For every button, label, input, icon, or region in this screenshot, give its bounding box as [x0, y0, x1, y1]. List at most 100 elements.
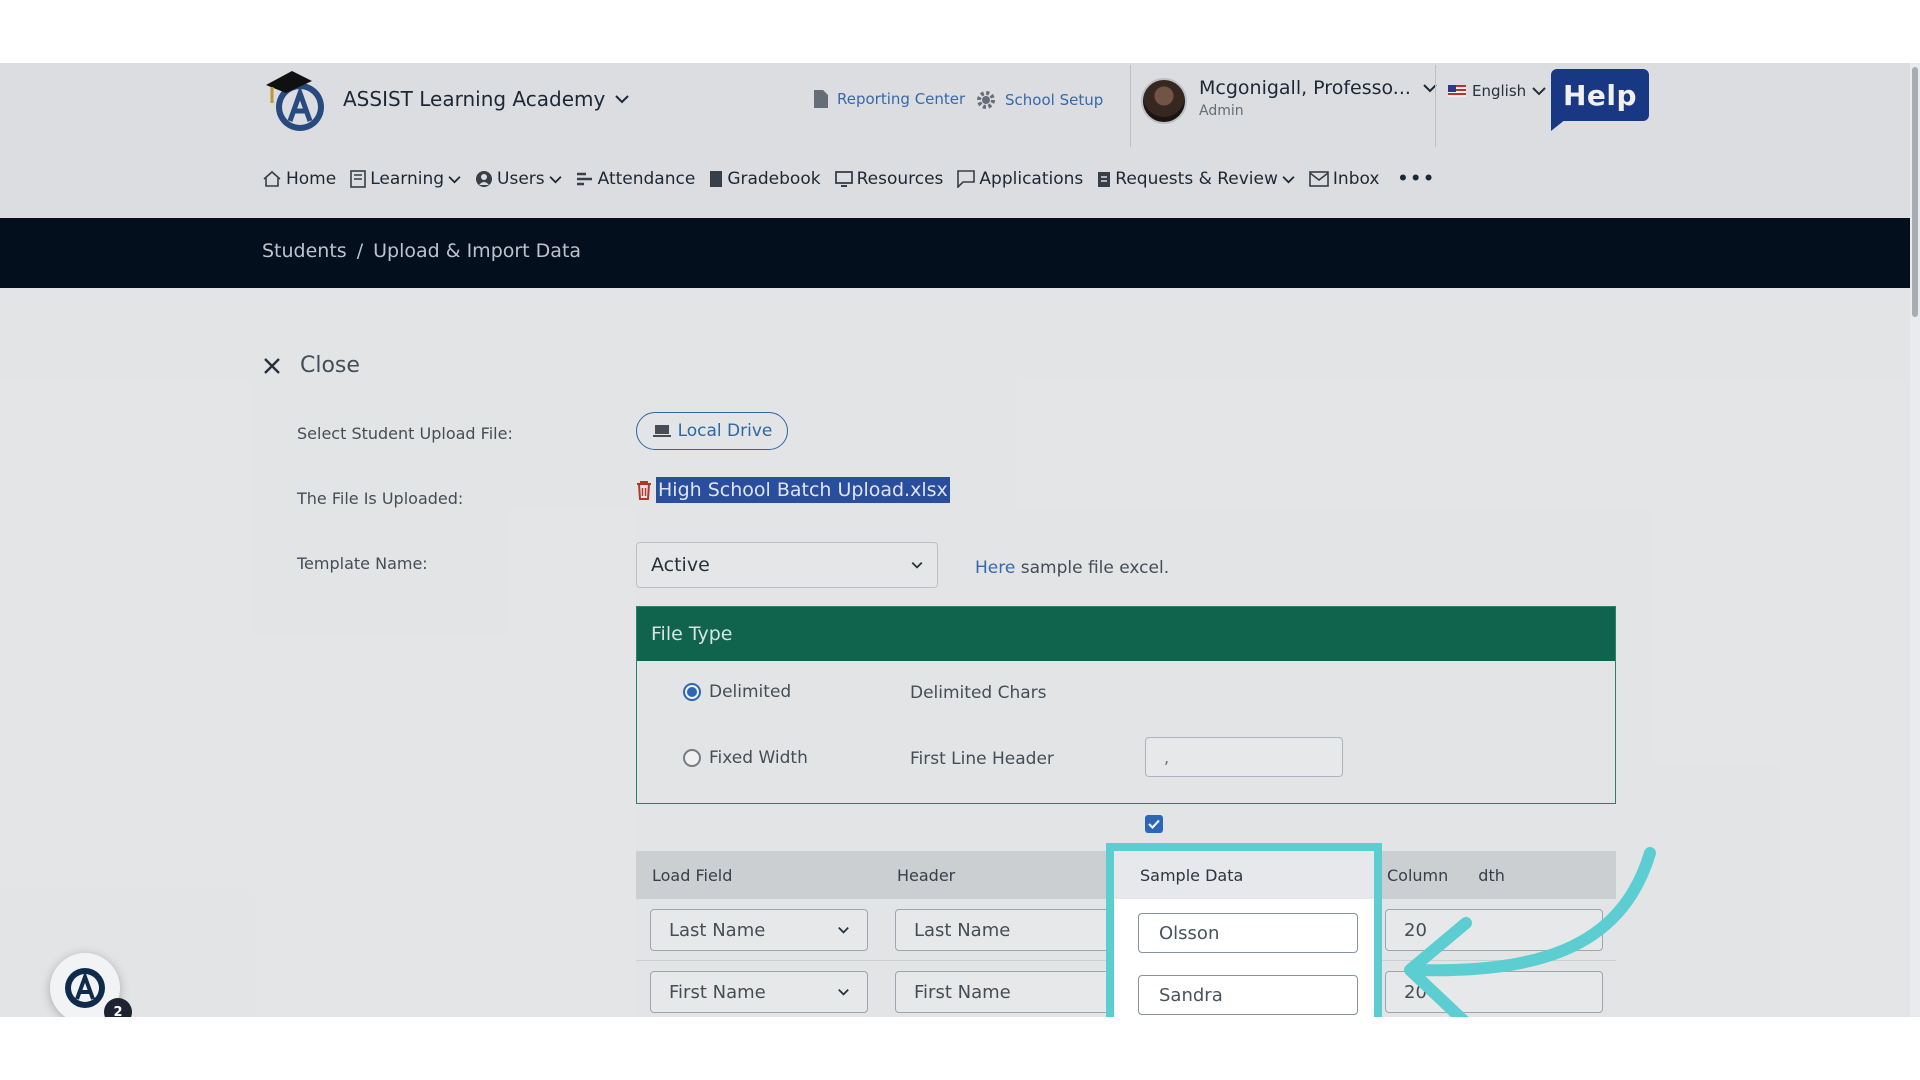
chevron-down-icon [1282, 175, 1295, 183]
trash-icon[interactable] [636, 480, 652, 500]
sample-data-input[interactable]: Olsson [1138, 913, 1358, 953]
sample-file-text: Here sample file excel. [975, 558, 1169, 578]
chevron-down-icon [838, 927, 849, 934]
nav-item-users[interactable]: Users [475, 169, 562, 189]
sample-data-input[interactable]: Sandra [1138, 975, 1358, 1015]
reporting-center-link[interactable]: Reporting Center [813, 89, 965, 109]
header-divider [1130, 65, 1131, 147]
nav-label: Resources [856, 169, 944, 189]
delimited-chars-label: Delimited Chars [910, 683, 1047, 703]
template-select[interactable]: Active [636, 542, 938, 588]
main-nav: Home Learning Users Attendance Gradebook [262, 169, 1436, 189]
help-bubble-tail [1551, 115, 1571, 131]
load-field-select[interactable]: First Name [650, 971, 868, 1013]
avatar[interactable] [1141, 78, 1187, 124]
sample-data-header: Sample Data [1114, 851, 1374, 899]
load-field-select[interactable]: Last Name [650, 909, 868, 951]
nav-label: Home [286, 169, 337, 189]
nav-item-home[interactable]: Home [262, 169, 336, 189]
nav-item-learning[interactable]: Learning [350, 169, 461, 189]
header-input[interactable]: First Name [895, 971, 1135, 1013]
nav-item-gradebook[interactable]: Gradebook [709, 169, 821, 189]
top-header: ASSIST Learning Academy Reporting Center… [0, 63, 1920, 218]
chevron-down-icon [448, 175, 461, 183]
nav-item-applications[interactable]: Applications [957, 169, 1083, 189]
file-type-title: File Type [637, 607, 1615, 661]
reporting-center-label: Reporting Center [837, 90, 966, 108]
header-divider [1435, 65, 1436, 147]
language-label: English [1472, 82, 1527, 100]
document-icon [814, 90, 828, 108]
local-drive-button[interactable]: Local Drive [636, 412, 788, 450]
school-name: ASSIST Learning Academy [343, 87, 606, 111]
breadcrumb-students[interactable]: Students [262, 240, 347, 262]
clipboard-icon [1098, 172, 1111, 187]
nav-label: Users [497, 169, 545, 189]
nav-item-resources[interactable]: Resources [834, 169, 944, 189]
scrollbar-thumb[interactable] [1912, 67, 1918, 317]
school-logo-icon[interactable] [262, 65, 332, 135]
checkmark-icon [1148, 819, 1160, 829]
delimited-chars-input[interactable]: , [1145, 737, 1343, 777]
load-field-value: Last Name [669, 919, 766, 941]
language-selector[interactable]: English [1448, 82, 1546, 100]
header-load-field: Load Field [652, 865, 733, 885]
help-button[interactable]: Help [1551, 69, 1649, 121]
user-name: Mcgonigall, Professo... [1199, 77, 1411, 99]
nav-label: Learning [370, 169, 445, 189]
school-setup-label: School Setup [1005, 91, 1104, 109]
school-setup-link[interactable]: School Setup [975, 89, 1103, 111]
header-cell: Last Name [881, 899, 1135, 960]
us-flag-icon [1448, 85, 1466, 97]
user-icon [476, 171, 493, 187]
chevron-down-icon [549, 175, 562, 183]
assist-logo-icon [65, 968, 105, 1008]
book-icon [350, 170, 367, 188]
user-role: Admin [1199, 103, 1244, 119]
first-line-header-checkbox[interactable] [1145, 815, 1163, 833]
first-line-header-label: First Line Header [910, 749, 1054, 769]
nav-item-attendance[interactable]: Attendance [576, 169, 696, 189]
nav-label: Requests & Review [1115, 169, 1278, 189]
chat-icon [957, 170, 976, 188]
fixed-width-radio[interactable]: Fixed Width [683, 748, 808, 768]
delimited-radio[interactable]: Delimited [683, 682, 791, 702]
chevron-down-icon [615, 95, 630, 104]
user-menu[interactable]: Mcgonigall, Professo... [1199, 77, 1437, 99]
close-icon [264, 357, 280, 374]
radio-selected-icon [683, 683, 701, 701]
nav-label: Inbox [1332, 169, 1380, 189]
select-file-label: Select Student Upload File: [297, 424, 513, 443]
uploaded-file: High School Batch Upload.xlsx [636, 477, 950, 503]
load-field-cell: Last Name [636, 899, 881, 960]
template-value: Active [651, 554, 710, 576]
notification-count-badge: 2 [104, 998, 132, 1017]
header-input[interactable]: Last Name [895, 909, 1135, 951]
template-name-label: Template Name: [297, 554, 428, 573]
nav-label: Applications [979, 169, 1084, 189]
nav-label: Attendance [597, 169, 696, 189]
school-selector[interactable]: ASSIST Learning Academy [343, 87, 630, 111]
attendance-icon [576, 172, 592, 186]
load-field-value: First Name [669, 981, 766, 1003]
nav-item-inbox[interactable]: Inbox [1309, 169, 1380, 189]
app-window: ASSIST Learning Academy Reporting Center… [0, 63, 1920, 1017]
sample-file-link[interactable]: Here [975, 558, 1015, 578]
nav-label: Gradebook [727, 169, 821, 189]
nav-more-button[interactable]: ••• [1397, 169, 1436, 189]
radio-unselected-icon [683, 749, 701, 767]
breadcrumb-current: Upload & Import Data [373, 240, 582, 262]
close-button[interactable]: Close [262, 353, 360, 378]
curved-arrow-icon [1404, 847, 1656, 1017]
gradebook-icon [710, 171, 723, 187]
header-header: Header [897, 865, 956, 885]
file-name: High School Batch Upload.xlsx [656, 477, 950, 503]
uploaded-label: The File Is Uploaded: [297, 489, 464, 508]
local-drive-label: Local Drive [677, 421, 773, 441]
breadcrumb-bar: Students / Upload & Import Data [0, 218, 1920, 288]
home-icon [263, 170, 281, 187]
nav-item-requests-review[interactable]: Requests & Review [1097, 169, 1295, 189]
sample-data-highlight: Sample Data Olsson Sandra [1106, 843, 1382, 1017]
file-type-panel: File Type Delimited Fixed Width Delimite… [636, 606, 1616, 833]
monitor-icon [834, 171, 853, 187]
